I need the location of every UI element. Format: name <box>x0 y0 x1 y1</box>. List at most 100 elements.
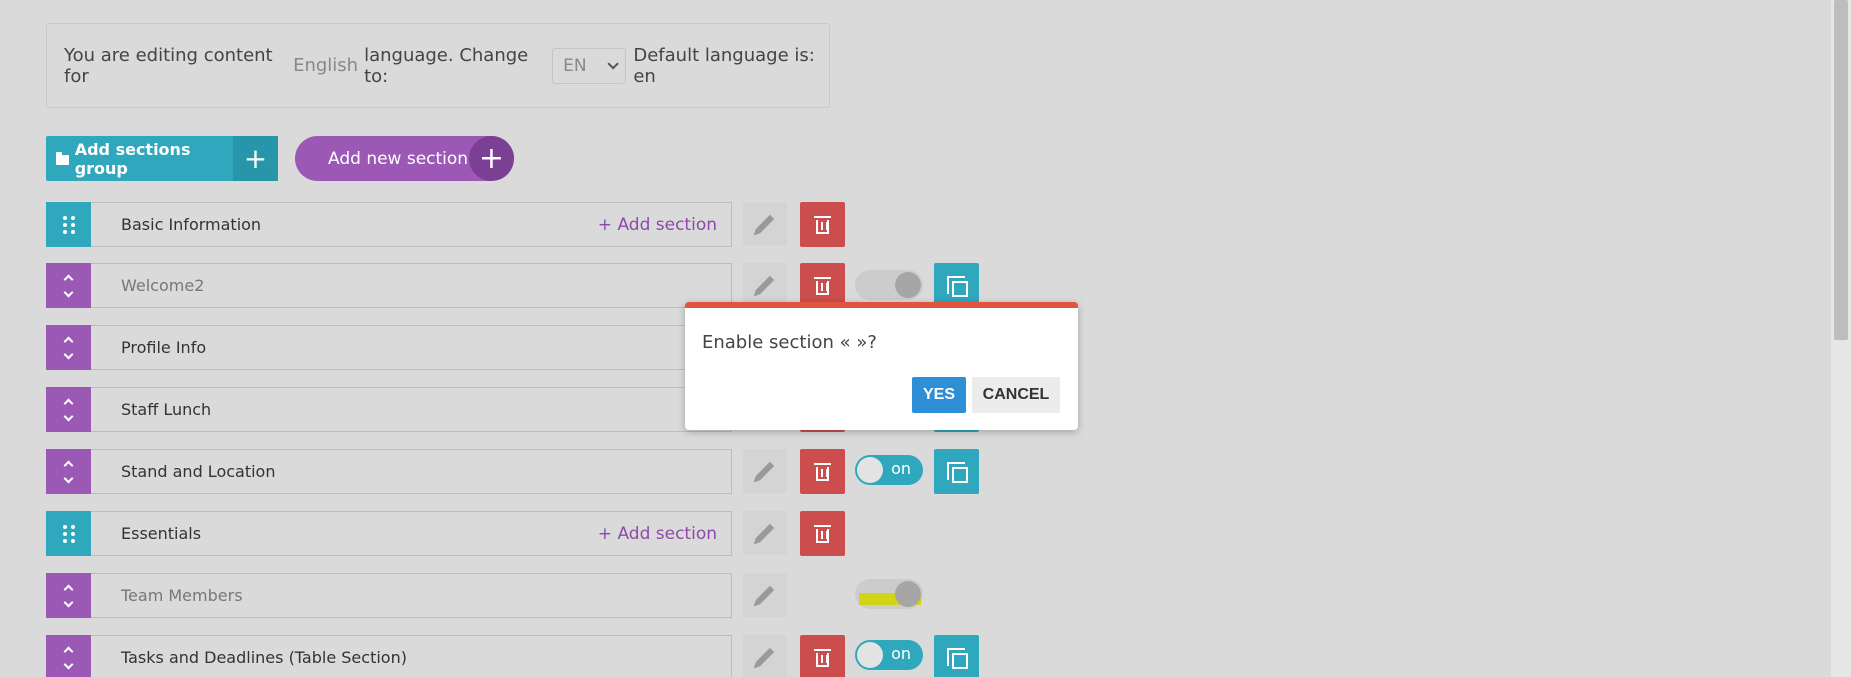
add-new-section-button[interactable]: Add new section + <box>295 136 514 181</box>
language-select-value: EN <box>563 55 587 76</box>
enable-toggle[interactable]: on <box>855 640 923 670</box>
enable-toggle[interactable] <box>855 270 923 300</box>
section-row: Staff Lunch <box>46 387 732 432</box>
section-row: Profile Info <box>46 325 732 370</box>
reorder-handle[interactable] <box>46 449 91 494</box>
add-sections-group-label: Add sections group <box>74 139 191 178</box>
add-sections-group-button[interactable]: Add sections group + <box>46 136 278 181</box>
edit-button[interactable] <box>743 573 787 617</box>
toggle-knob <box>857 457 883 483</box>
pencil-icon <box>755 585 775 605</box>
folder-icon <box>56 151 69 165</box>
scrollbar[interactable] <box>1831 0 1851 677</box>
arrow-up-icon <box>63 398 74 408</box>
copy-icon <box>946 647 968 669</box>
edit-button[interactable] <box>743 449 787 493</box>
scrollbar-thumb[interactable] <box>1834 0 1848 340</box>
section-title-field[interactable]: Basic Information + Add section <box>91 202 732 247</box>
plus-circle-icon: + <box>469 136 514 181</box>
language-prefix: You are editing content for <box>64 44 273 87</box>
cancel-button[interactable]: CANCEL <box>972 377 1060 413</box>
arrow-down-icon <box>63 597 74 607</box>
section-title: Essentials <box>121 524 202 543</box>
reorder-handle[interactable] <box>46 573 91 618</box>
add-section-link[interactable]: + Add section <box>598 215 717 235</box>
section-title: Profile Info <box>121 338 207 357</box>
arrow-down-icon <box>63 411 74 421</box>
section-row: Tasks and Deadlines (Table Section) <box>46 635 732 677</box>
add-section-link[interactable]: + Add section <box>598 524 717 544</box>
section-title-field[interactable]: Staff Lunch <box>91 387 732 432</box>
toggle-knob <box>857 642 883 668</box>
trash-icon <box>814 648 831 667</box>
section-title-field[interactable]: Team Members <box>91 573 732 618</box>
pencil-icon <box>755 523 775 543</box>
delete-button[interactable] <box>800 202 845 247</box>
add-new-section-label: Add new section <box>328 148 469 169</box>
section-row: Stand and Location <box>46 449 732 494</box>
section-row: Welcome2 <box>46 263 732 308</box>
enable-toggle[interactable] <box>855 579 923 609</box>
reorder-handle[interactable] <box>46 263 91 308</box>
edit-button[interactable] <box>743 202 787 246</box>
arrow-up-icon <box>63 336 74 346</box>
toggle-knob <box>895 581 921 607</box>
reorder-handle[interactable] <box>46 387 91 432</box>
language-select[interactable]: EN <box>552 47 627 84</box>
section-title: Welcome2 <box>121 276 205 295</box>
toggle-label: on <box>891 644 911 663</box>
toggle-knob <box>895 272 921 298</box>
delete-button[interactable] <box>800 449 845 494</box>
edit-button[interactable] <box>743 635 787 677</box>
copy-icon <box>946 461 968 483</box>
dialog-message: Enable section « »? <box>702 332 877 353</box>
pencil-icon <box>755 275 775 295</box>
section-title: Tasks and Deadlines (Table Section) <box>121 648 407 667</box>
trash-icon <box>814 215 831 234</box>
duplicate-button[interactable] <box>934 449 979 494</box>
arrow-up-icon <box>63 646 74 656</box>
drag-handle[interactable] <box>46 511 91 556</box>
trash-icon <box>814 276 831 295</box>
section-title: Team Members <box>121 586 243 605</box>
edit-button[interactable] <box>743 511 787 555</box>
chevron-down-icon <box>607 57 620 70</box>
duplicate-button[interactable] <box>934 635 979 677</box>
yes-button[interactable]: YES <box>912 377 966 413</box>
section-title: Staff Lunch <box>121 400 212 419</box>
language-bar: You are editing content for English lang… <box>46 23 830 108</box>
arrow-down-icon <box>63 287 74 297</box>
pencil-icon <box>755 461 775 481</box>
section-row: Essentials + Add section <box>46 511 732 556</box>
grip-icon <box>62 215 75 234</box>
grip-icon <box>62 524 75 543</box>
reorder-handle[interactable] <box>46 635 91 677</box>
section-row: Team Members <box>46 573 732 618</box>
enable-toggle[interactable]: on <box>855 455 923 485</box>
trash-icon <box>814 524 831 543</box>
drag-handle[interactable] <box>46 202 91 247</box>
edit-button[interactable] <box>743 263 787 307</box>
pencil-icon <box>755 647 775 667</box>
arrow-down-icon <box>63 659 74 669</box>
delete-button[interactable] <box>800 511 845 556</box>
reorder-handle[interactable] <box>46 325 91 370</box>
section-title-field[interactable]: Profile Info <box>91 325 732 370</box>
section-row: Basic Information + Add section <box>46 202 732 247</box>
section-title-field[interactable]: Stand and Location <box>91 449 732 494</box>
add-sections-group-label-wrap: Add sections group <box>46 136 233 181</box>
arrow-down-icon <box>63 349 74 359</box>
section-title-field[interactable]: Welcome2 <box>91 263 732 308</box>
copy-icon <box>946 275 968 297</box>
arrow-up-icon <box>63 584 74 594</box>
pencil-icon <box>755 214 775 234</box>
delete-button[interactable] <box>800 635 845 677</box>
plus-icon: + <box>233 136 278 181</box>
toggle-label: on <box>891 459 911 478</box>
section-title: Stand and Location <box>121 462 276 481</box>
arrow-up-icon <box>63 274 74 284</box>
language-middle: language. Change to: <box>364 44 529 87</box>
section-title-field[interactable]: Essentials + Add section <box>91 511 732 556</box>
current-language: English <box>293 55 359 76</box>
section-title-field[interactable]: Tasks and Deadlines (Table Section) <box>91 635 732 677</box>
